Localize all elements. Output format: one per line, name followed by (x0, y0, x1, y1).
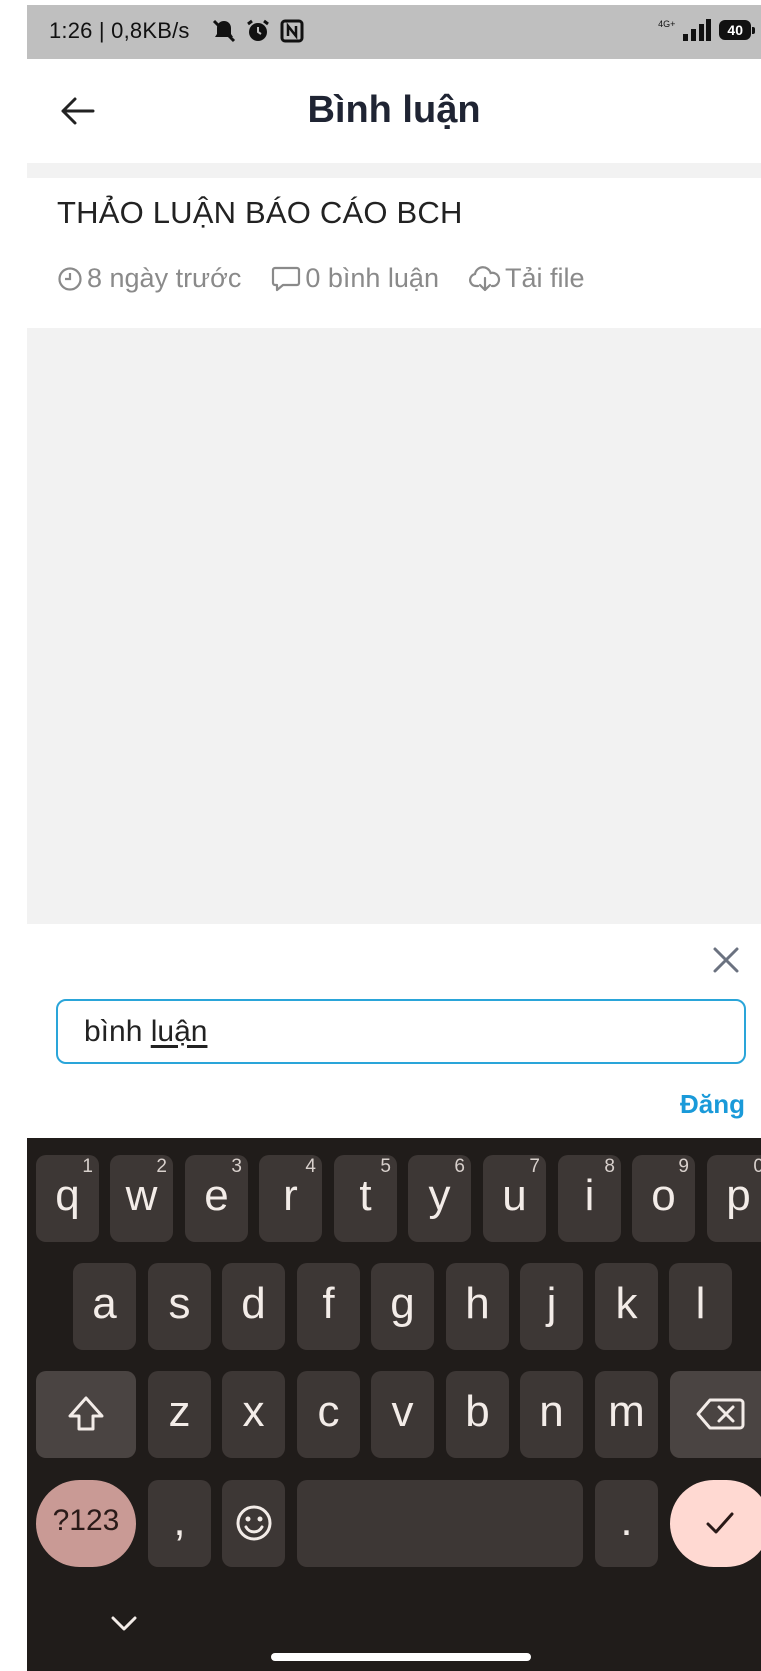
key-u[interactable]: u7 (483, 1155, 546, 1242)
app-header: Bình luận (27, 59, 761, 163)
key-l[interactable]: l (669, 1263, 732, 1350)
key-p[interactable]: p0 (707, 1155, 761, 1242)
key-s[interactable]: s (148, 1263, 211, 1350)
key-m[interactable]: m (595, 1371, 658, 1458)
comment-input-word-1: bình (84, 1014, 143, 1048)
post-card: THẢO LUẬN BÁO CÁO BCH 8 ngày trước 0 bìn… (27, 178, 761, 328)
emoji-key[interactable] (222, 1480, 285, 1567)
key-v[interactable]: v (371, 1371, 434, 1458)
section-divider (27, 163, 761, 178)
backspace-key[interactable] (670, 1371, 761, 1458)
comment-icon (272, 266, 301, 291)
close-icon[interactable] (710, 944, 742, 976)
post-comment-button[interactable]: Đăng (680, 1089, 745, 1120)
alarm-icon (247, 19, 269, 41)
key-d[interactable]: d (222, 1263, 285, 1350)
status-right: 4G+ 40 (658, 19, 755, 41)
post-comments: 0 bình luận (271, 263, 439, 294)
key-label: u (502, 1171, 527, 1220)
key-hint: 1 (82, 1156, 93, 1177)
key-e[interactable]: e3 (185, 1155, 248, 1242)
comment-compose: bình luận Đăng (27, 924, 761, 1138)
page-title: Bình luận (307, 89, 481, 131)
download-file-label: Tải file (504, 263, 585, 293)
battery-level: 40 (719, 20, 755, 40)
chevron-down-icon[interactable] (109, 1608, 139, 1638)
key-label: e (204, 1171, 229, 1220)
status-bar: 1:26 | 0,8KB/s 4G+ 40 (27, 5, 761, 59)
key-r[interactable]: r4 (259, 1155, 322, 1242)
key-label: i (584, 1171, 595, 1220)
key-label: q (55, 1171, 80, 1220)
key-j[interactable]: j (520, 1263, 583, 1350)
key-n[interactable]: n (520, 1371, 583, 1458)
key-c[interactable]: c (297, 1371, 360, 1458)
post-time-label: 8 ngày trước (87, 263, 242, 293)
key-label: p (726, 1171, 751, 1220)
comment-list (27, 328, 761, 924)
comma-key[interactable]: , (148, 1480, 211, 1567)
key-hint: 5 (380, 1156, 391, 1177)
emoji-icon (236, 1505, 271, 1541)
key-hint: 0 (753, 1156, 761, 1177)
post-title: THẢO LUẬN BÁO CÁO BCH (57, 195, 463, 230)
key-q[interactable]: q1 (36, 1155, 99, 1242)
key-hint: 6 (454, 1156, 465, 1177)
backspace-icon (696, 1398, 745, 1430)
key-w[interactable]: w2 (110, 1155, 173, 1242)
key-i[interactable]: i8 (558, 1155, 621, 1242)
post-meta: 8 ngày trước 0 bình luận Tải file (57, 263, 615, 294)
checkmark-icon (706, 1512, 734, 1534)
key-z[interactable]: z (148, 1371, 211, 1458)
key-hint: 2 (156, 1156, 167, 1177)
symbols-key[interactable]: ?123 (36, 1480, 136, 1567)
key-label: y (428, 1171, 451, 1220)
period-key[interactable]: . (595, 1480, 658, 1567)
key-label: r (283, 1171, 298, 1220)
key-x[interactable]: x (222, 1371, 285, 1458)
status-icons (211, 18, 305, 44)
cloud-download-icon (468, 265, 501, 291)
key-h[interactable]: h (446, 1263, 509, 1350)
key-label: t (359, 1171, 372, 1220)
signal-icon (683, 19, 712, 41)
shift-key[interactable] (36, 1371, 136, 1458)
enter-key[interactable] (670, 1480, 761, 1567)
network-type: 4G+ (658, 19, 676, 29)
app-frame: 1:26 | 0,8KB/s 4G+ 40 Bình luận THẢO LUẬ… (27, 0, 761, 1671)
key-hint: 4 (305, 1156, 316, 1177)
key-hint: 9 (678, 1156, 689, 1177)
key-k[interactable]: k (595, 1263, 658, 1350)
key-o[interactable]: o9 (632, 1155, 695, 1242)
bell-muted-icon (212, 19, 236, 43)
gesture-home-bar[interactable] (271, 1653, 531, 1661)
clock-icon (58, 266, 82, 291)
post-time: 8 ngày trước (57, 263, 241, 294)
post-comments-label: 0 bình luận (305, 263, 439, 293)
key-label: o (651, 1171, 676, 1220)
key-y[interactable]: y6 (408, 1155, 471, 1242)
key-hint: 7 (529, 1156, 540, 1177)
status-time: 1:26 | 0,8KB/s (49, 18, 190, 43)
key-f[interactable]: f (297, 1263, 360, 1350)
key-label: w (125, 1171, 158, 1220)
key-b[interactable]: b (446, 1371, 509, 1458)
comment-input[interactable]: bình luận (56, 999, 746, 1064)
key-t[interactable]: t5 (334, 1155, 397, 1242)
space-key[interactable] (297, 1480, 583, 1567)
nfc-icon (280, 19, 304, 43)
download-file-button[interactable]: Tải file (468, 263, 585, 294)
soft-keyboard: q1 w2 e3 r4 t5 y6 u7 i8 o9 p0 a s d f g … (27, 1138, 761, 1671)
key-a[interactable]: a (73, 1263, 136, 1350)
shift-icon (68, 1396, 104, 1431)
key-hint: 3 (231, 1156, 242, 1177)
comment-input-word-2: luận (150, 1014, 208, 1048)
key-g[interactable]: g (371, 1263, 434, 1350)
key-hint: 8 (604, 1156, 615, 1177)
